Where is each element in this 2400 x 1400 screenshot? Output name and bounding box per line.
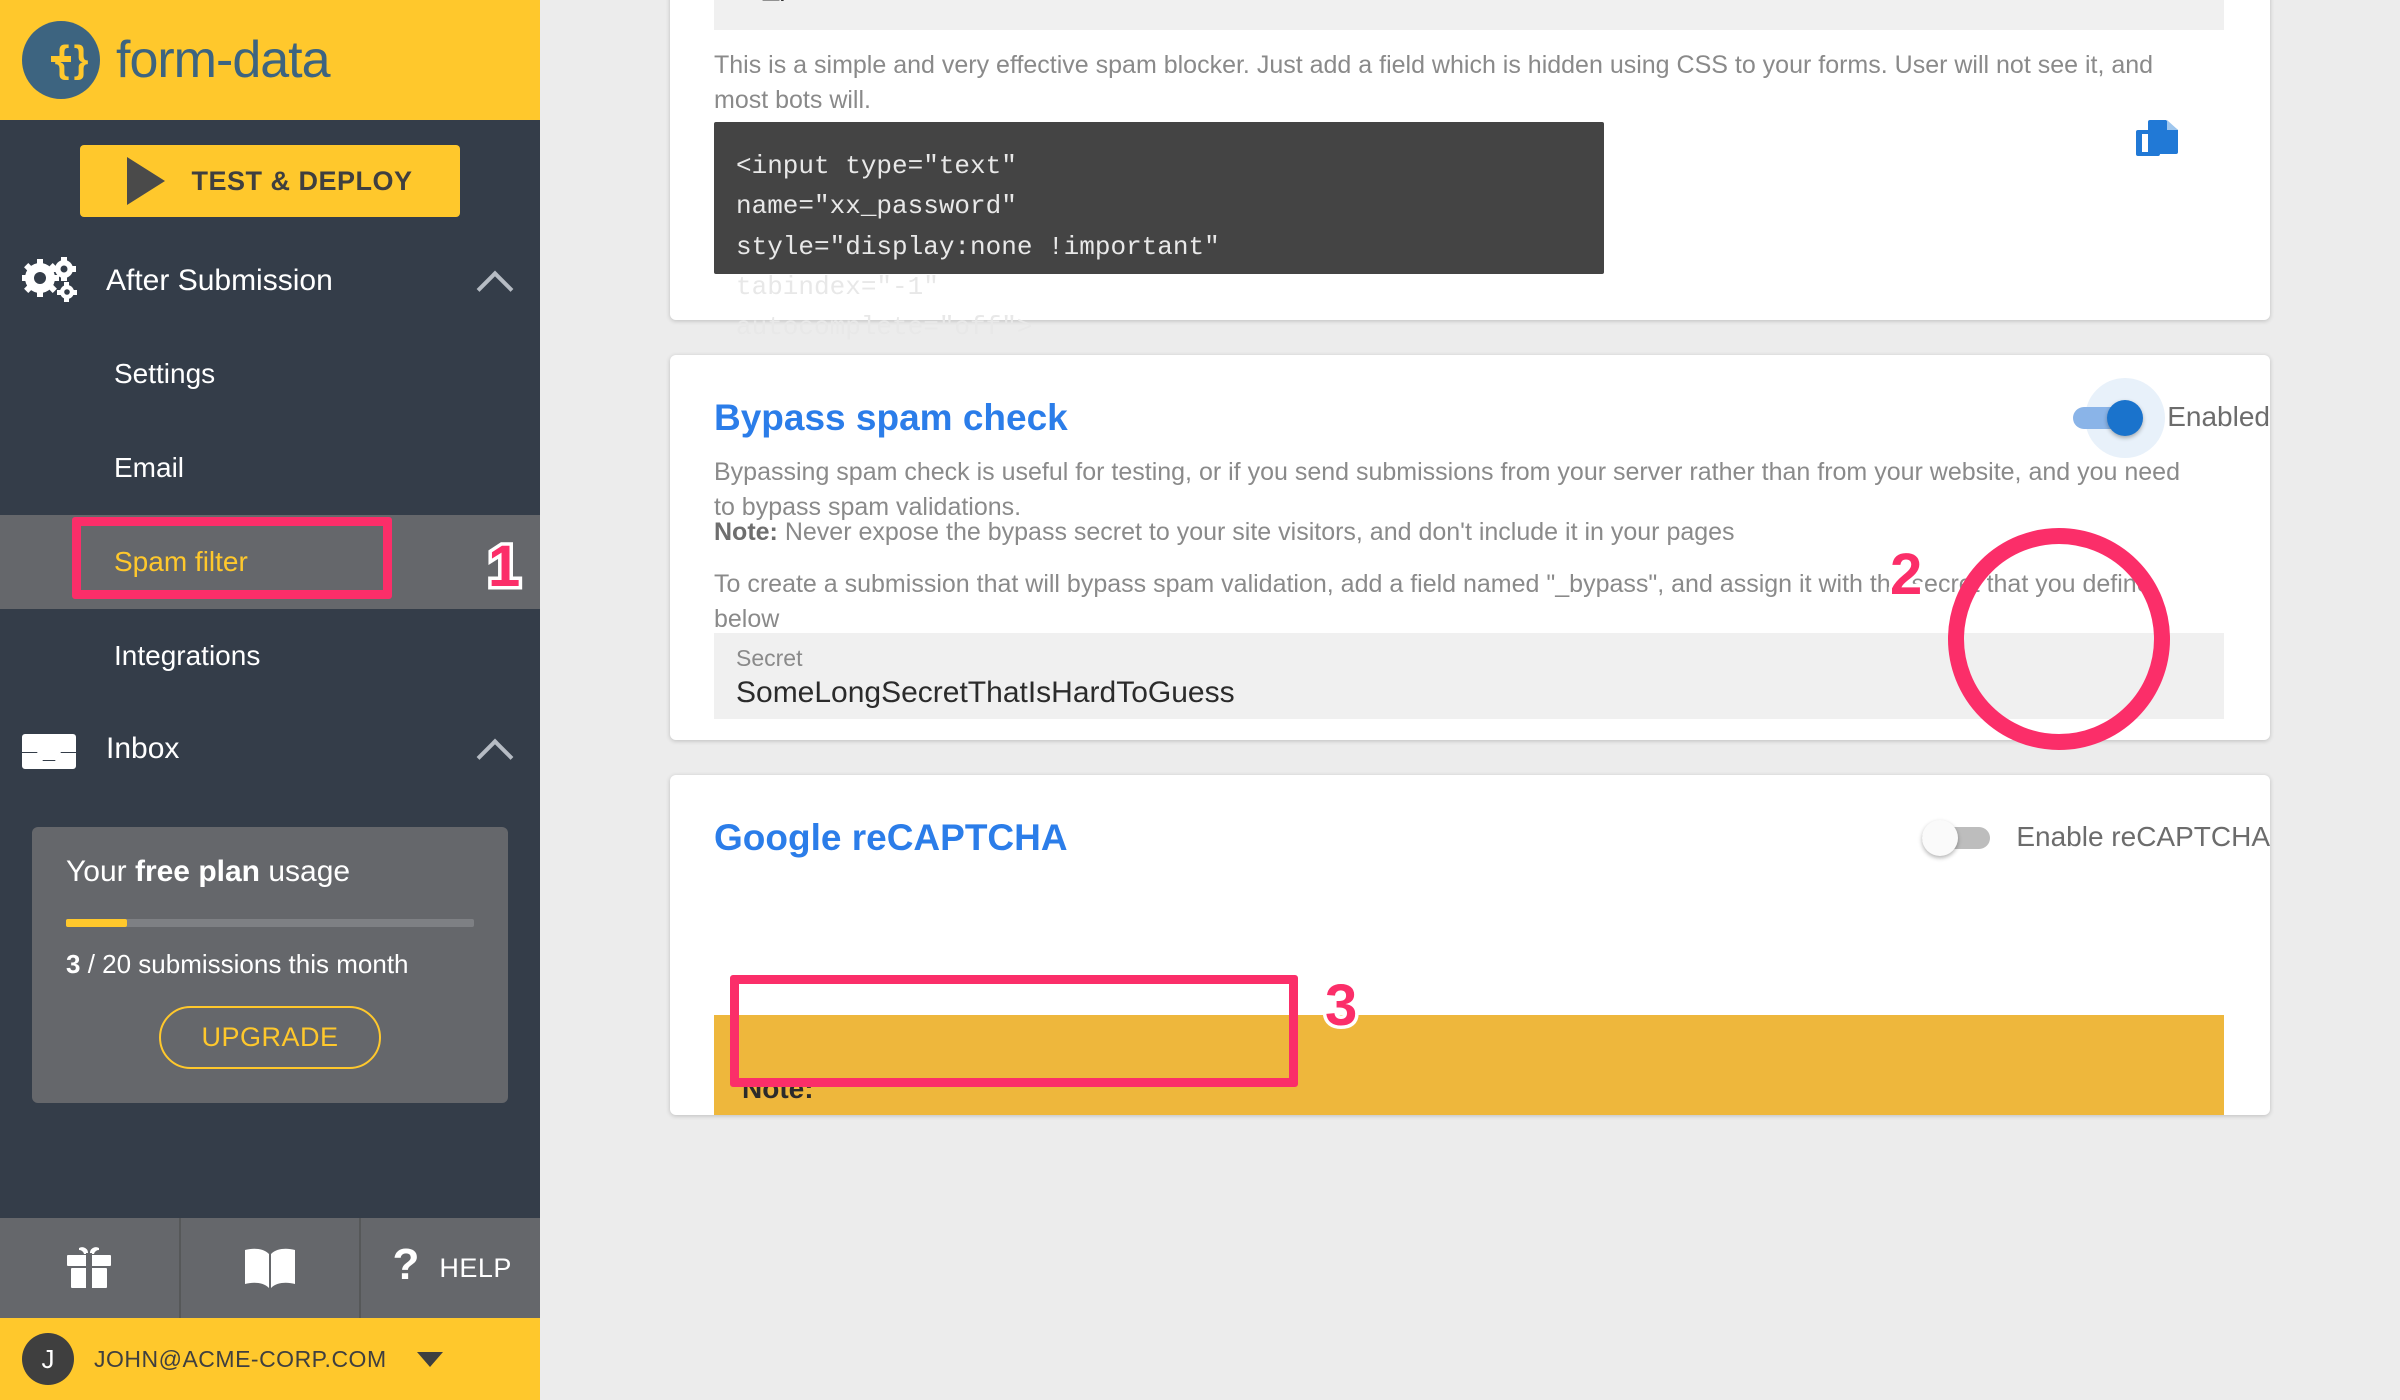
brand-name: form-data [116, 31, 331, 89]
play-icon [127, 157, 166, 205]
honeypot-code-block: <input type="text" name="xx_password" st… [714, 122, 1604, 342]
usage-count-rest: / 20 submissions this month [80, 949, 409, 979]
honeypot-card: xx_password This is a simple and very ef… [670, 0, 2270, 342]
bypass-spam-check-card: Bypass spam check Enabled Bypassing spam… [670, 355, 2270, 740]
gift-button[interactable] [0, 1218, 181, 1318]
chevron-up-icon-inbox[interactable] [478, 732, 512, 766]
help-label: HELP [439, 1252, 512, 1283]
deploy-button-wrapper: TEST & DEPLOY [0, 120, 540, 235]
recaptcha-toggle-row: Enable reCAPTCHA [1922, 820, 2270, 856]
sidebar-item-integrations[interactable]: Integrations [0, 609, 540, 703]
sidebar: { } form-data TEST & DEPLOY [0, 0, 540, 1400]
docs-button[interactable] [181, 1218, 362, 1318]
form-data-logo-icon: { } [22, 21, 100, 99]
upgrade-button-wrapper: UPGRADE [66, 1006, 474, 1069]
bypass-paragraph-3: To create a submission that will bypass … [714, 570, 2151, 633]
recaptcha-note-text: Note: [742, 1073, 814, 1104]
inbox-icon [22, 728, 94, 770]
upgrade-button[interactable]: UPGRADE [159, 1006, 381, 1069]
recaptcha-toggle-knob [1922, 820, 1959, 856]
recaptcha-toggle-label: Enable reCAPTCHA [2016, 821, 2270, 852]
sidebar-item-spam-filter[interactable]: Spam filter [0, 515, 540, 609]
sidebar-group-after-submission[interactable]: After Submission [0, 235, 540, 327]
plan-usage-title: Your free plan usage [66, 855, 474, 889]
chevron-down-icon-user[interactable] [416, 1351, 443, 1367]
user-account-bar[interactable]: J JOHN@ACME-CORP.COM [0, 1318, 540, 1400]
usage-progress-fill [66, 919, 128, 927]
sidebar-group-inbox[interactable]: Inbox [0, 703, 540, 795]
bypass-note-rest: Never expose the bypass secret to your s… [777, 518, 1735, 546]
user-email: JOHN@ACME-CORP.COM [94, 1345, 387, 1372]
sidebar-group-label-inbox: Inbox [106, 732, 180, 765]
secret-field-inner: Secret SomeLongSecretThatIsHardToGuess [714, 633, 2224, 710]
recaptcha-card-title: Google reCAPTCHA [714, 817, 1068, 858]
bypass-paragraph-1: Bypassing spam check is useful for testi… [714, 458, 2180, 521]
book-icon [245, 1248, 295, 1288]
usage-title-prefix: Your [66, 855, 135, 888]
bypass-toggle-label: Enabled [2167, 401, 2270, 432]
test-and-deploy-button[interactable]: TEST & DEPLOY [80, 145, 460, 217]
chevron-up-icon-after-submission[interactable] [478, 264, 512, 298]
usage-count-used: 3 [66, 949, 81, 979]
sidebar-group-label-after-submission: After Submission [106, 264, 333, 297]
brand-header: { } form-data [0, 0, 540, 120]
secret-field-row[interactable]: Secret SomeLongSecretThatIsHardToGuess [714, 633, 2224, 719]
bypass-note-bold: Note: [714, 518, 778, 546]
main-content: xx_password This is a simple and very ef… [540, 0, 2400, 1400]
honeypot-description: This is a simple and very effective spam… [714, 51, 2154, 114]
plan-usage-card: Your free plan usage 3 / 20 submissions … [32, 827, 508, 1103]
test-and-deploy-label: TEST & DEPLOY [191, 165, 413, 196]
gears-icon [22, 256, 94, 306]
google-recaptcha-card: Google reCAPTCHA Enable reCAPTCHA Note: [670, 775, 2270, 1115]
bypass-toggle-row: Enabled [2073, 378, 2270, 458]
braces-logo-glyph: { } [51, 39, 91, 81]
sidebar-item-settings[interactable]: Settings [0, 327, 540, 421]
sidebar-footer-bar: ? HELP [0, 1218, 540, 1318]
svg-text:}: } [74, 39, 89, 81]
bypass-card-title: Bypass spam check [714, 397, 1068, 438]
sidebar-item-label-integrations: Integrations [114, 640, 261, 671]
gift-icon [67, 1247, 112, 1289]
svg-text:?: ? [393, 1245, 420, 1289]
app-root: { } form-data TEST & DEPLOY [0, 0, 2400, 1400]
secret-field-value[interactable]: SomeLongSecretThatIsHardToGuess [736, 676, 2224, 710]
question-mark-icon: ? [393, 1245, 420, 1289]
sidebar-item-email[interactable]: Email [0, 421, 540, 515]
secret-field-label: Secret [736, 645, 803, 671]
usage-count-text: 3 / 20 submissions this month [66, 949, 474, 980]
recaptcha-toggle-switch[interactable] [1922, 820, 2000, 856]
avatar: J [22, 1333, 74, 1385]
bypass-toggle-switch[interactable] [2073, 378, 2166, 458]
bypass-toggle-knob [2107, 400, 2144, 436]
sidebar-item-label-settings: Settings [114, 358, 216, 389]
sidebar-item-label-email: Email [114, 452, 185, 483]
copy-icon[interactable] [2136, 118, 2182, 171]
recaptcha-note-band: Note: [714, 1015, 2224, 1115]
help-button[interactable]: ? HELP [361, 1218, 540, 1318]
usage-title-suffix: usage [260, 855, 351, 888]
sidebar-item-label-spam-filter: Spam filter [114, 546, 248, 577]
honeypot-field-name[interactable]: xx_password [714, 0, 2224, 30]
bypass-note-line: Note: Never expose the bypass secret to … [714, 515, 2194, 550]
usage-progress-bar [66, 919, 474, 927]
usage-title-plan: free plan [134, 855, 260, 888]
